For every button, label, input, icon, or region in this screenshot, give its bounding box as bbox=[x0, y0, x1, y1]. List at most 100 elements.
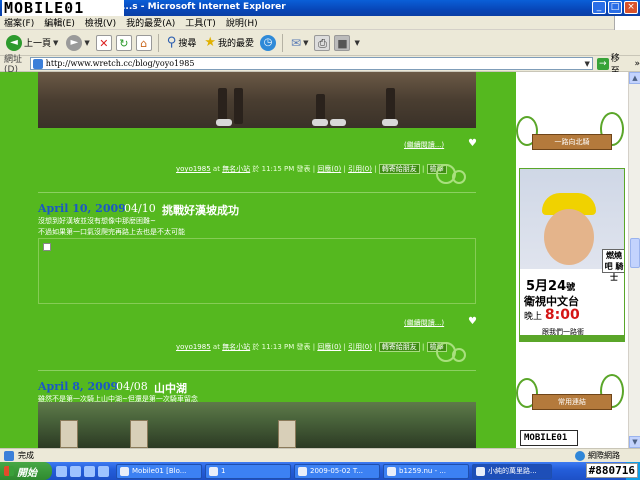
author-link[interactable]: yoyo1985 bbox=[176, 343, 211, 351]
ad-bottom-strip bbox=[520, 335, 624, 341]
history-icon[interactable]: ◷ bbox=[260, 34, 277, 51]
share-button[interactable]: 轉寄給朋友 bbox=[378, 164, 420, 174]
author-link[interactable]: yoyo1985 bbox=[176, 165, 211, 173]
quick-launch bbox=[52, 465, 113, 477]
heart-icon: ♥ bbox=[468, 138, 477, 149]
post-body-line: 不過如果第一口氣沒爬完再路上去也是不太可能 bbox=[38, 228, 185, 236]
chevron-down-icon[interactable]: ▼ bbox=[84, 39, 89, 47]
links-button[interactable]: » bbox=[634, 59, 640, 69]
security-zone: 網際網路 bbox=[575, 450, 640, 461]
mobile01-link-logo[interactable]: MOBILE01 bbox=[520, 430, 578, 446]
desktop-quicklaunch-icon[interactable] bbox=[70, 465, 81, 477]
tv-advert-banner[interactable]: 燃燒吧 騎士 5月24號 衛視中文台 晚上 8:00 跟我們一路衝 bbox=[519, 168, 625, 342]
photo-detail bbox=[382, 119, 398, 126]
address-input[interactable]: http://www.wretch.cc/blog/yoyo1985 ▼ bbox=[29, 57, 593, 70]
reply-link[interactable]: 回應(0) bbox=[317, 165, 341, 173]
minimize-button[interactable]: _ bbox=[592, 1, 606, 14]
menu-tools[interactable]: 工具(T) bbox=[185, 16, 216, 29]
window-title: ...s - Microsoft Internet Explorer bbox=[122, 2, 286, 12]
ad-date-suffix: 號 bbox=[566, 283, 576, 293]
ad-date-main: 5月24 bbox=[526, 279, 567, 294]
search-button[interactable]: ⚲ 搜尋 bbox=[165, 32, 199, 54]
menu-help[interactable]: 說明(H) bbox=[226, 16, 258, 29]
start-label: 開始 bbox=[17, 467, 37, 479]
folder-icon bbox=[209, 466, 218, 476]
meta-at: at bbox=[212, 343, 220, 351]
widget-title-plank: 一路向北騎 bbox=[532, 134, 612, 150]
photo-detail bbox=[312, 119, 328, 126]
vertical-scrollbar[interactable]: ▲ ▼ bbox=[628, 72, 640, 448]
menu-favorites[interactable]: 我的最愛(A) bbox=[126, 16, 175, 29]
address-bar: 網址(D) http://www.wretch.cc/blog/yoyo1985… bbox=[0, 54, 640, 77]
face-shape bbox=[544, 209, 594, 265]
ie-quicklaunch-icon[interactable] bbox=[56, 465, 67, 477]
mail-icon: ✉ bbox=[291, 35, 302, 50]
address-url[interactable]: http://www.wretch.cc/blog/yoyo1985 bbox=[46, 59, 195, 68]
go-arrow-icon: → bbox=[596, 57, 609, 70]
taskbar-item-active[interactable]: 小純的萬里路... bbox=[472, 463, 552, 479]
scroll-down-button[interactable]: ▼ bbox=[629, 436, 640, 448]
trackback-link[interactable]: 引用(0) bbox=[348, 165, 372, 173]
reply-link[interactable]: 回應(0) bbox=[317, 343, 341, 351]
blog-main-column: (繼續閱讀...) ♥ yoyo1985 at 無名小站 於 11:15 PM … bbox=[0, 72, 516, 448]
chevron-down-icon[interactable]: ▼ bbox=[53, 39, 58, 47]
photo-detail bbox=[234, 88, 243, 124]
menu-edit[interactable]: 編輯(E) bbox=[44, 16, 75, 29]
favorites-label: 我的最愛 bbox=[218, 39, 255, 49]
favorites-button[interactable]: ★ 我的最愛 bbox=[202, 32, 256, 54]
mobile01-watermark-logo: MOBILE01 bbox=[2, 0, 124, 17]
print-icon[interactable]: ⎙ bbox=[314, 34, 331, 51]
app-quicklaunch-icon[interactable] bbox=[84, 465, 95, 477]
page-viewport: (繼續閱讀...) ♥ yoyo1985 at 無名小站 於 11:15 PM … bbox=[0, 72, 628, 448]
share-button[interactable]: 轉寄給朋友 bbox=[378, 342, 420, 352]
taskbar-item[interactable]: 1 bbox=[205, 463, 291, 479]
taskbar-item[interactable]: Mobile01 [Blo... bbox=[116, 463, 202, 479]
refresh-icon[interactable]: ↻ bbox=[115, 34, 132, 51]
chevron-down-icon[interactable]: ▼ bbox=[303, 39, 308, 47]
title-bar: MOBILE01 ...s - Microsoft Internet Explo… bbox=[0, 0, 640, 17]
close-button[interactable]: × bbox=[624, 1, 638, 14]
ad-time-main: 8:00 bbox=[544, 307, 580, 323]
scroll-thumb[interactable] bbox=[630, 238, 640, 268]
heart-icon: ♥ bbox=[468, 316, 477, 327]
meta-at: at bbox=[212, 165, 220, 173]
status-text: 完成 bbox=[18, 451, 34, 460]
photo-detail bbox=[330, 119, 346, 126]
ie-page-icon bbox=[298, 466, 307, 476]
broken-image-icon bbox=[43, 243, 51, 251]
mail-button[interactable]: ✉ ▼ bbox=[289, 32, 310, 54]
back-button[interactable]: ◄ 上一頁 ▼ bbox=[4, 32, 60, 54]
vine-ring bbox=[452, 170, 466, 184]
photo-detail bbox=[216, 119, 232, 126]
back-label: 上一頁 bbox=[24, 39, 52, 49]
read-more-link[interactable]: (繼續閱讀...) bbox=[404, 140, 444, 150]
post-title[interactable]: 挑戰好漢坡成功 bbox=[162, 202, 239, 218]
edit-icon[interactable]: ■ bbox=[334, 34, 351, 51]
menu-view[interactable]: 檢視(V) bbox=[85, 16, 116, 29]
blog-sidebar: 一路向北騎 燃燒吧 騎士 5月24號 衛視中文台 晚上 8:00 跟我們一路衝 … bbox=[516, 72, 628, 448]
category-link[interactable]: 無名小站 bbox=[222, 165, 250, 173]
chevron-down-icon[interactable]: ▼ bbox=[584, 60, 591, 68]
ad-side-logo: 燃燒吧 騎士 bbox=[602, 249, 624, 282]
trackback-link[interactable]: 引用(0) bbox=[348, 343, 372, 351]
home-icon[interactable]: ⌂ bbox=[135, 34, 152, 51]
vine-swirl-decoration bbox=[432, 160, 476, 186]
taskbar-item[interactable]: b1259.nu - ... bbox=[383, 463, 469, 479]
category-link[interactable]: 無名小站 bbox=[222, 343, 250, 351]
chevron-down-icon[interactable]: ▼ bbox=[354, 39, 359, 47]
menu-file[interactable]: 檔案(F) bbox=[4, 16, 34, 29]
read-more-link[interactable]: (繼續閱讀...) bbox=[404, 318, 444, 328]
toolbar-separator bbox=[282, 33, 284, 52]
start-button[interactable]: 開始 bbox=[0, 462, 52, 480]
toolbar: ◄ 上一頁 ▼ ► ▼ ✕ ↻ ⌂ ⚲ 搜尋 ★ 我的最愛 ◷ ✉ ▼ ⎙ ■ … bbox=[0, 30, 640, 56]
stop-icon[interactable]: ✕ bbox=[95, 34, 112, 51]
forward-arrow-icon: ► bbox=[66, 34, 83, 51]
maximize-button[interactable]: □ bbox=[608, 1, 622, 14]
forward-button[interactable]: ► ▼ bbox=[64, 32, 91, 54]
taskbar-item[interactable]: 2009-05-02 T... bbox=[294, 463, 380, 479]
post-divider bbox=[38, 192, 476, 193]
scroll-up-button[interactable]: ▲ bbox=[629, 72, 640, 84]
app-quicklaunch-icon[interactable] bbox=[98, 465, 109, 477]
ad-time-prefix: 晚上 bbox=[524, 312, 543, 322]
taskbar-item-label: Mobile01 [Blo... bbox=[132, 467, 187, 475]
